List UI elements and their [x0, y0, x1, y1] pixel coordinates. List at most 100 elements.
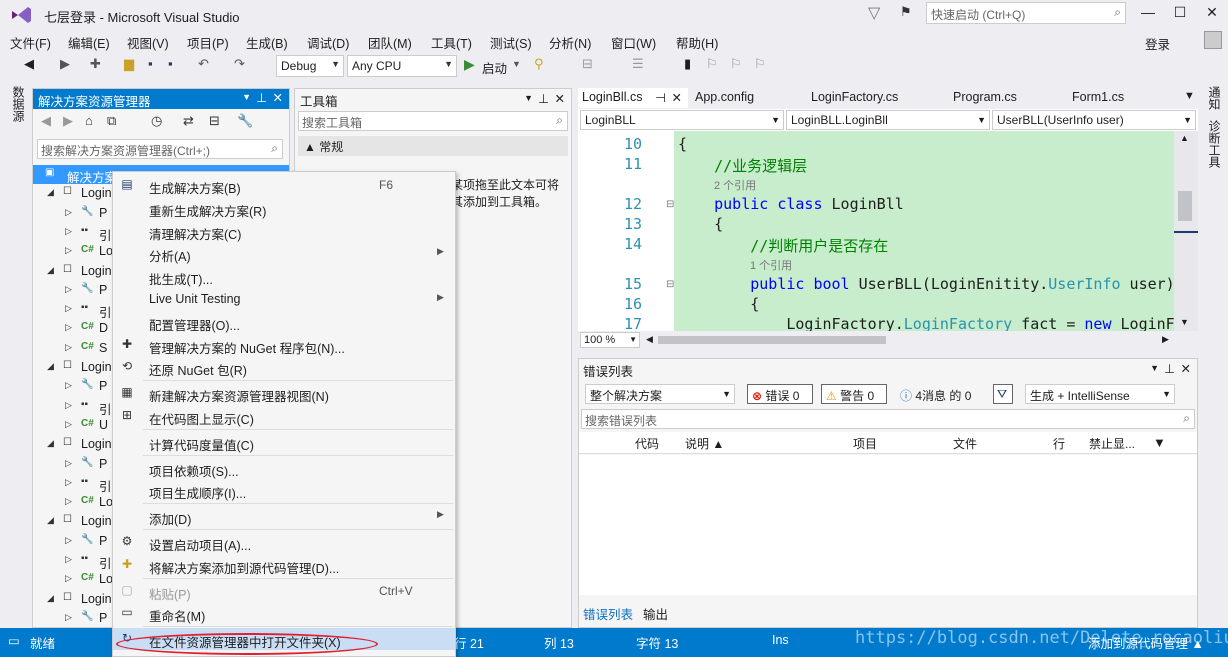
undo-icon[interactable]: ↶: [198, 56, 209, 76]
expanded-arrow-icon[interactable]: ◢: [47, 438, 54, 449]
menu-team[interactable]: 团队(M): [366, 32, 414, 53]
switch-views-icon[interactable]: ⧉: [107, 113, 116, 133]
platform-dropdown[interactable]: Any CPU ▼: [347, 55, 457, 77]
expanded-arrow-icon[interactable]: ◢: [47, 187, 54, 198]
tab-loginbll[interactable]: LoginBll.cs ⊣ ✕: [578, 88, 688, 108]
collapsed-arrow-icon[interactable]: ▷: [65, 322, 72, 333]
collapsed-arrow-icon[interactable]: ▷: [65, 380, 72, 391]
back-icon[interactable]: ◀: [41, 113, 51, 133]
bookmark-icon[interactable]: ▮: [684, 56, 691, 76]
collapsed-arrow-icon[interactable]: ▷: [65, 284, 72, 295]
tab-overflow-icon[interactable]: ▼: [1184, 90, 1195, 102]
context-menu-item[interactable]: 重新生成解决方案(R): [113, 197, 455, 219]
pin-icon[interactable]: ⊥: [538, 91, 549, 106]
pin-icon[interactable]: ⊣: [655, 90, 666, 105]
context-menu-item[interactable]: ✚ 将解决方案添加到源代码管理(D)...: [113, 554, 455, 576]
collapsed-arrow-icon[interactable]: ▷: [65, 400, 72, 411]
expanded-arrow-icon[interactable]: ◢: [47, 515, 54, 526]
warnings-filter-button[interactable]: ⚠ 警告 0: [821, 384, 887, 404]
menu-test[interactable]: 测试(S): [488, 32, 534, 53]
start-button[interactable]: 启动: [482, 58, 507, 78]
forward-icon[interactable]: ▶: [60, 56, 70, 76]
collapsed-arrow-icon[interactable]: ▷: [65, 573, 72, 584]
tab-loginfactory[interactable]: LoginFactory.cs: [807, 88, 902, 108]
column-filter-icon[interactable]: ▼: [1153, 435, 1166, 450]
menu-analyze[interactable]: 分析(N): [547, 32, 593, 53]
filter-button[interactable]: ⛛: [993, 384, 1013, 404]
context-menu-item[interactable]: 分析(A) ▶: [113, 242, 455, 264]
collapse-all-icon[interactable]: ⊟: [209, 113, 220, 133]
sync-icon[interactable]: ⇄: [183, 113, 194, 133]
comment-icon[interactable]: ☰: [632, 56, 644, 76]
context-menu-item[interactable]: 清理解决方案(C): [113, 220, 455, 242]
expanded-arrow-icon[interactable]: ◢: [47, 593, 54, 604]
column-description[interactable]: 说明 ▲: [685, 435, 724, 452]
context-menu-item[interactable]: 批生成(T)...: [113, 265, 455, 287]
close-icon[interactable]: ✕: [1181, 361, 1191, 376]
tab-output[interactable]: 输出: [643, 604, 668, 623]
column-project[interactable]: 项目: [853, 435, 877, 452]
collapsed-arrow-icon[interactable]: ▷: [65, 419, 72, 430]
properties-icon[interactable]: 🔧: [237, 113, 253, 133]
collapsed-arrow-icon[interactable]: ▷: [65, 458, 72, 469]
feedback-filter-icon[interactable]: ▽: [868, 3, 880, 23]
menu-build[interactable]: 生成(B): [244, 32, 290, 53]
panel-menu-icon[interactable]: ▼: [524, 93, 533, 103]
context-menu-item[interactable]: ⟲ 还原 NuGet 包(R): [113, 356, 455, 378]
scroll-up-icon[interactable]: ▲: [1180, 133, 1189, 143]
close-button[interactable]: ✕: [1198, 4, 1226, 24]
config-dropdown[interactable]: Debug ▼: [276, 55, 344, 77]
pending-changes-icon[interactable]: ◷: [151, 113, 162, 133]
messages-filter-button[interactable]: ⓘ 4消息 的 0: [895, 384, 983, 404]
menu-help[interactable]: 帮助(H): [674, 32, 720, 53]
column-line[interactable]: 行: [1053, 435, 1065, 452]
collapse-marker-icon[interactable]: ⊟: [666, 199, 674, 210]
home-icon[interactable]: ⌂: [85, 113, 93, 133]
build-source-dropdown[interactable]: 生成 + IntelliSense ▼: [1025, 384, 1175, 404]
collapsed-arrow-icon[interactable]: ▷: [65, 245, 72, 256]
context-menu-item[interactable]: 项目生成顺序(I)...: [113, 479, 455, 501]
close-icon[interactable]: ✕: [273, 90, 283, 105]
menu-view[interactable]: 视图(V): [125, 32, 171, 53]
collapsed-arrow-icon[interactable]: ▷: [65, 207, 72, 218]
context-menu-item[interactable]: 计算代码度量值(C): [113, 431, 455, 453]
new-project-icon[interactable]: ✚: [90, 56, 101, 76]
context-menu-item[interactable]: 项目依赖项(S)...: [113, 457, 455, 479]
collapsed-arrow-icon[interactable]: ▷: [65, 303, 72, 314]
expanded-arrow-icon[interactable]: ◢: [47, 361, 54, 372]
diagnostics-tab[interactable]: 诊断工具: [1206, 120, 1223, 168]
chevron-down-icon[interactable]: ▼: [512, 59, 521, 79]
column-code[interactable]: 代码: [635, 435, 659, 452]
menu-tools[interactable]: 工具(T): [429, 32, 474, 53]
scroll-right-icon[interactable]: ▶: [1162, 334, 1169, 345]
context-menu-item[interactable]: ▦ 新建解决方案资源管理器视图(N): [113, 382, 455, 404]
forward-icon[interactable]: ▶: [63, 113, 73, 133]
collapsed-arrow-icon[interactable]: ▷: [65, 612, 72, 623]
start-icon[interactable]: ▶: [464, 56, 475, 76]
clear-bookmarks-icon[interactable]: ⚐: [754, 56, 766, 76]
maximize-button[interactable]: ☐: [1166, 4, 1194, 24]
context-menu-item[interactable]: 配置管理器(O)...: [113, 311, 455, 333]
zoom-dropdown[interactable]: 100 % ▼: [580, 332, 640, 348]
toolbox-search[interactable]: 搜索工具箱 ⌕: [298, 111, 568, 131]
redo-icon[interactable]: ↷: [234, 56, 245, 76]
menu-project[interactable]: 项目(P): [185, 32, 231, 53]
context-menu-item[interactable]: ⊞ 在代码图上显示(C): [113, 405, 455, 427]
collapsed-arrow-icon[interactable]: ▷: [65, 342, 72, 353]
save-icon[interactable]: ▪: [148, 56, 153, 76]
close-icon[interactable]: ✕: [672, 90, 682, 105]
code-editor[interactable]: 10 {11 //业务逻辑层 2 个引用 12 public class LoginB…: [578, 131, 1174, 331]
collapsed-arrow-icon[interactable]: ▷: [65, 496, 72, 507]
close-icon[interactable]: ✕: [555, 91, 565, 106]
sign-in-link[interactable]: 登录: [1143, 33, 1172, 54]
quick-launch-input[interactable]: 快速启动 (Ctrl+Q) ⌕: [926, 2, 1126, 24]
context-menu-item[interactable]: Live Unit Testing ▶: [113, 288, 455, 310]
next-bookmark-icon[interactable]: ⚐: [730, 56, 742, 76]
menu-debug[interactable]: 调试(D): [305, 32, 351, 53]
tab-error-list[interactable]: 错误列表: [583, 604, 633, 623]
pin-icon[interactable]: ⊥: [256, 90, 267, 105]
back-icon[interactable]: ◀: [24, 56, 34, 76]
context-menu-item[interactable]: 添加(D) ▶: [113, 505, 455, 527]
panel-menu-icon[interactable]: ▼: [1150, 363, 1159, 373]
scroll-thumb[interactable]: [1178, 191, 1192, 221]
